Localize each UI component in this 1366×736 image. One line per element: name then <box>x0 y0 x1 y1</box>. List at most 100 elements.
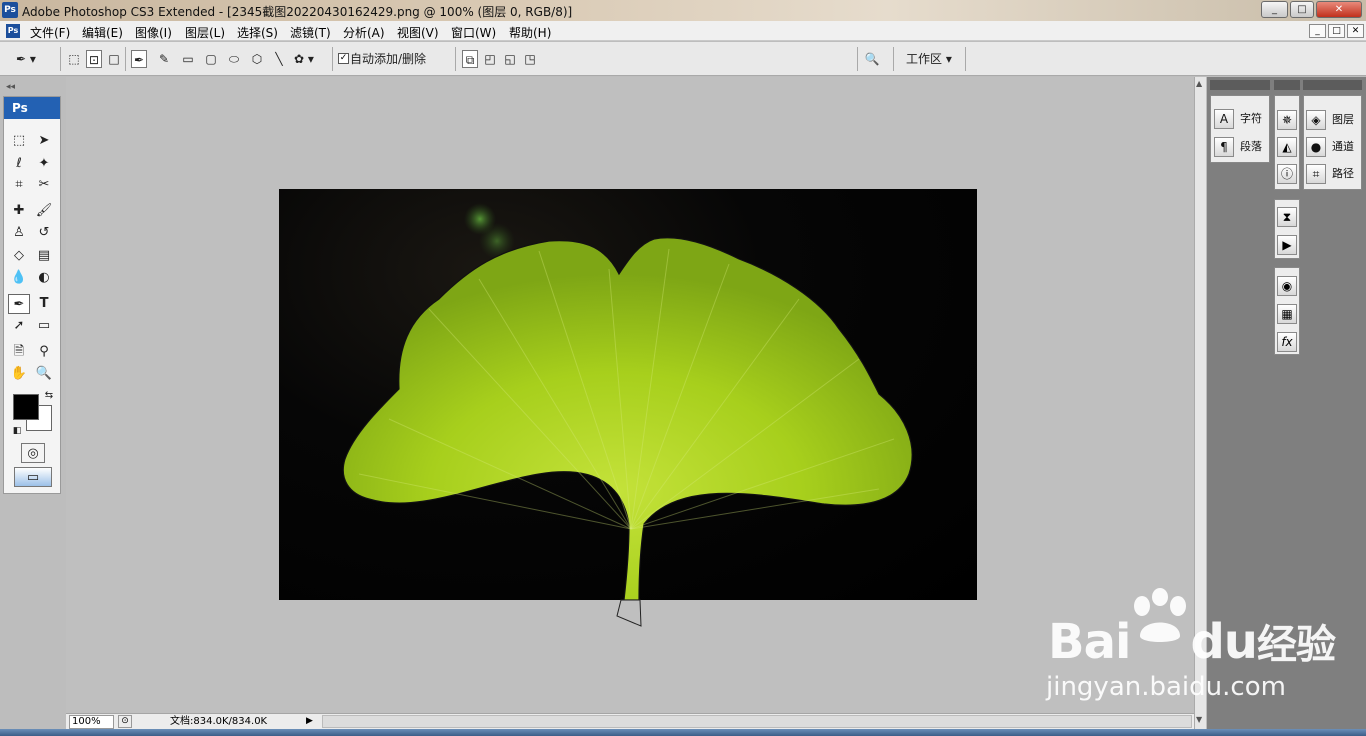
toolbox-header: Ps <box>4 97 60 119</box>
history-brush-icon[interactable]: ↺ <box>33 223 55 243</box>
maximize-button[interactable]: □ <box>1290 1 1314 18</box>
path-intersect-icon[interactable]: ◱ <box>502 50 518 68</box>
color-icon[interactable]: ◉ <box>1277 276 1297 296</box>
menu-select[interactable]: 选择(S) <box>237 24 278 41</box>
workspace-label: 工作区 <box>906 52 943 66</box>
menu-file[interactable]: 文件(F) <box>30 24 70 41</box>
swap-colors-icon[interactable]: ⇆ <box>38 386 60 406</box>
zoom-tool-icon[interactable]: 🔍 <box>33 364 55 384</box>
status-arrow-icon[interactable]: ▶ <box>306 715 318 728</box>
info-icon[interactable]: ⓘ <box>1277 164 1297 184</box>
menu-analysis[interactable]: 分析(A) <box>343 24 385 41</box>
collapse-toolbox-icon[interactable]: ◂◂ <box>6 82 15 92</box>
paragraph-panel-button[interactable]: ¶ 段落 <box>1214 135 1262 159</box>
auto-add-delete-checkbox[interactable]: ✓ <box>338 53 349 64</box>
menu-bar: Ps 文件(F) 编辑(E) 图像(I) 图层(L) 选择(S) 滤镜(T) 分… <box>0 21 1366 41</box>
shape-tool-icon[interactable]: ▭ <box>33 316 55 336</box>
polygon-tool-icon[interactable]: ⬡ <box>249 50 265 68</box>
file-browser-icon[interactable]: 🔍 <box>864 50 880 68</box>
doc-restore-button[interactable]: □ <box>1328 24 1345 38</box>
document-icon[interactable]: Ps <box>6 24 20 38</box>
menu-filter[interactable]: 滤镜(T) <box>290 24 331 41</box>
panel-group-grip[interactable] <box>1274 80 1300 90</box>
clone-stamp-icon[interactable]: ♙ <box>8 223 30 243</box>
path-select-icon[interactable]: ➚ <box>8 316 30 336</box>
taskbar[interactable] <box>0 729 1366 736</box>
navigator-icon[interactable]: ✵ <box>1277 110 1297 130</box>
rounded-rect-tool-icon[interactable]: ▢ <box>203 50 219 68</box>
eyedropper-icon[interactable]: ⚲ <box>33 342 55 362</box>
separator <box>893 47 894 71</box>
foreground-color-swatch[interactable] <box>13 394 39 420</box>
quick-mask-icon[interactable]: ◎ <box>21 443 45 463</box>
history-icon[interactable]: ⧗ <box>1277 207 1297 227</box>
ellipse-tool-icon[interactable]: ⬭ <box>226 50 242 68</box>
healing-brush-icon[interactable]: ✚ <box>8 201 30 221</box>
swatches-panel-group: ◉ ▦ fx <box>1274 267 1300 355</box>
rect-marquee-icon[interactable]: ⬚ <box>8 131 30 151</box>
swatches-icon[interactable]: ▦ <box>1277 304 1297 324</box>
path-exclude-icon[interactable]: ◳ <box>522 50 538 68</box>
menu-edit[interactable]: 编辑(E) <box>82 24 123 41</box>
freeform-pen-icon[interactable]: ✎ <box>156 50 172 68</box>
eraser-icon[interactable]: ◇ <box>8 246 30 266</box>
path-add-icon[interactable]: ⧉ <box>462 50 478 68</box>
menu-layer[interactable]: 图层(L) <box>185 24 225 41</box>
character-panel-button[interactable]: A 字符 <box>1214 107 1262 131</box>
type-tool-icon[interactable]: T <box>33 294 55 314</box>
pen-tool-preset-icon[interactable]: ✒ ▾ <box>16 50 36 68</box>
styles-icon[interactable]: fx <box>1277 332 1297 352</box>
zoom-field[interactable]: 100% <box>69 715 114 729</box>
panel-group-grip[interactable] <box>1303 80 1362 90</box>
character-label: 字符 <box>1240 112 1262 125</box>
pen-icon[interactable]: ✒ <box>131 50 147 68</box>
shape-layers-icon[interactable]: ⬚ <box>66 50 82 68</box>
notes-icon[interactable]: 🗎 <box>8 342 30 362</box>
histogram-icon[interactable]: ◭ <box>1277 137 1297 157</box>
paths-panel-button[interactable]: ⌗ 路径 <box>1306 162 1354 186</box>
status-menu-icon[interactable]: ⊙ <box>118 715 132 728</box>
auto-add-delete-label: 自动添加/删除 <box>350 52 427 66</box>
paths-icon: ⌗ <box>1306 164 1326 184</box>
layers-panel-button[interactable]: ◈ 图层 <box>1306 108 1354 132</box>
doc-close-button[interactable]: ✕ <box>1347 24 1364 38</box>
menu-view[interactable]: 视图(V) <box>397 24 439 41</box>
brush-icon[interactable]: 🖌 <box>33 201 55 221</box>
horizontal-scrollbar[interactable] <box>322 715 1192 728</box>
title-bar: Ps Adobe Photoshop CS3 Extended - [2345截… <box>0 0 1366 21</box>
menu-help[interactable]: 帮助(H) <box>509 24 551 41</box>
default-colors-icon[interactable]: ◧ <box>6 421 28 441</box>
dodge-icon[interactable]: ◐ <box>33 268 55 288</box>
screen-mode-icon[interactable]: ▭ <box>14 467 52 487</box>
layers-label: 图层 <box>1332 113 1354 126</box>
crop-icon[interactable]: ⌗ <box>8 175 30 195</box>
document-image[interactable] <box>279 189 977 626</box>
fill-pixels-icon[interactable]: □ <box>106 50 122 68</box>
blur-icon[interactable]: 💧 <box>8 268 30 288</box>
layers-panel-group: ◈ 图层 ● 通道 ⌗ 路径 <box>1303 95 1362 190</box>
scroll-down-icon[interactable]: ▼ <box>1196 715 1202 724</box>
move-tool-icon[interactable]: ➤ <box>33 131 55 151</box>
panel-group-grip[interactable] <box>1210 80 1270 90</box>
rectangle-tool-icon[interactable]: ▭ <box>180 50 196 68</box>
workspace-menu[interactable]: 工作区 ▾ <box>906 50 952 68</box>
hand-tool-icon[interactable]: ✋ <box>8 364 30 384</box>
menu-image[interactable]: 图像(I) <box>135 24 172 41</box>
lasso-icon[interactable]: ℓ <box>8 154 30 174</box>
slice-icon[interactable]: ✂ <box>33 175 55 195</box>
channels-panel-button[interactable]: ● 通道 <box>1306 135 1354 159</box>
doc-minimize-button[interactable]: _ <box>1309 24 1326 38</box>
pen-tool-icon[interactable]: ✒ <box>8 294 30 314</box>
scroll-up-icon[interactable]: ▲ <box>1196 79 1202 88</box>
paths-mode-icon[interactable]: ⊡ <box>86 50 102 68</box>
gradient-icon[interactable]: ▤ <box>33 246 55 266</box>
line-tool-icon[interactable]: ╲ <box>271 50 287 68</box>
magic-wand-icon[interactable]: ✦ <box>33 154 55 174</box>
close-button[interactable]: ✕ <box>1316 1 1362 18</box>
custom-shape-icon[interactable]: ✿ ▾ <box>294 50 314 68</box>
watermark-brand: Bai <box>1048 614 1131 670</box>
path-subtract-icon[interactable]: ◰ <box>482 50 498 68</box>
menu-window[interactable]: 窗口(W) <box>451 24 496 41</box>
minimize-button[interactable]: _ <box>1261 1 1288 18</box>
actions-icon[interactable]: ▶ <box>1277 235 1297 255</box>
